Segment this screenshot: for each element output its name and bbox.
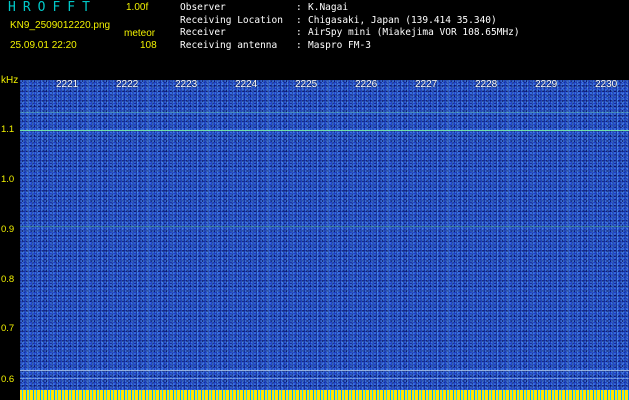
signal-trace [20, 112, 629, 113]
meta-row-receiver: Receiver: AirSpy mini (Miakejima VOR 108.… [180, 27, 520, 38]
count-label: 108 [140, 40, 157, 51]
reference-line [20, 378, 629, 379]
meta-row-location: Receiving Location: Chigasaki, Japan (139… [180, 14, 497, 26]
meta-row-observer: Observer: K.Nagai [180, 2, 349, 13]
time-gridline [508, 80, 509, 390]
spectrogram-noise [20, 80, 629, 390]
header-panel: HROFFT 1.00f KN9_2509012220.png meteor 2… [0, 0, 629, 72]
y-tick-label: 0.7 [1, 323, 15, 334]
time-tick-label: 2226 [355, 80, 378, 90]
time-gridline [148, 80, 149, 390]
y-tick-label: 1.1 [1, 124, 15, 135]
time-gridline [568, 80, 569, 390]
time-gridline [28, 80, 29, 390]
time-tick-label: 2223 [175, 80, 198, 90]
time-gridline [208, 80, 209, 390]
time-tick-label: 2230 [595, 80, 618, 90]
app-title: HROFFT [8, 0, 97, 15]
y-tick-label: 0.9 [1, 224, 15, 235]
time-tick-label: 2227 [415, 80, 438, 90]
time-tick-label: 2229 [535, 80, 558, 90]
signal-trace [20, 226, 629, 227]
filename-label: KN9_2509012220.png [10, 20, 111, 31]
timestamp-label: 25.09.01 22:20 [10, 40, 77, 51]
meta-row-antenna: Receiving antenna: Maspro FM-3 [180, 39, 371, 51]
time-tick-label: 2224 [235, 80, 258, 90]
reference-line [20, 370, 629, 371]
carrier-line [20, 130, 629, 131]
time-gridline [268, 80, 269, 390]
time-tick-label: 2225 [295, 80, 318, 90]
mode-label: meteor [124, 28, 156, 39]
time-gridline [388, 80, 389, 390]
time-gridline [88, 80, 89, 390]
y-tick-label: 0.8 [1, 274, 15, 285]
station-info: Observer: K.Nagai Receiving Location: Chig… [180, 2, 520, 52]
time-tick-label: 2221 [56, 80, 79, 90]
time-tick-label: 2222 [116, 80, 139, 90]
y-tick-label: 1.0 [1, 174, 15, 185]
time-gridline [448, 80, 449, 390]
spectrogram[interactable]: 2221 2222 2223 2224 2225 2226 2227 2228 … [20, 80, 629, 390]
frequency-axis: 1.1 1.0 0.9 0.8 0.7 0.6 [0, 72, 20, 400]
power-indicator-band [20, 390, 629, 400]
y-tick-label: 0.6 [1, 374, 15, 385]
time-gridline [328, 80, 329, 390]
time-tick-label: 2228 [475, 80, 498, 90]
version-label: 1.00f [126, 2, 149, 13]
